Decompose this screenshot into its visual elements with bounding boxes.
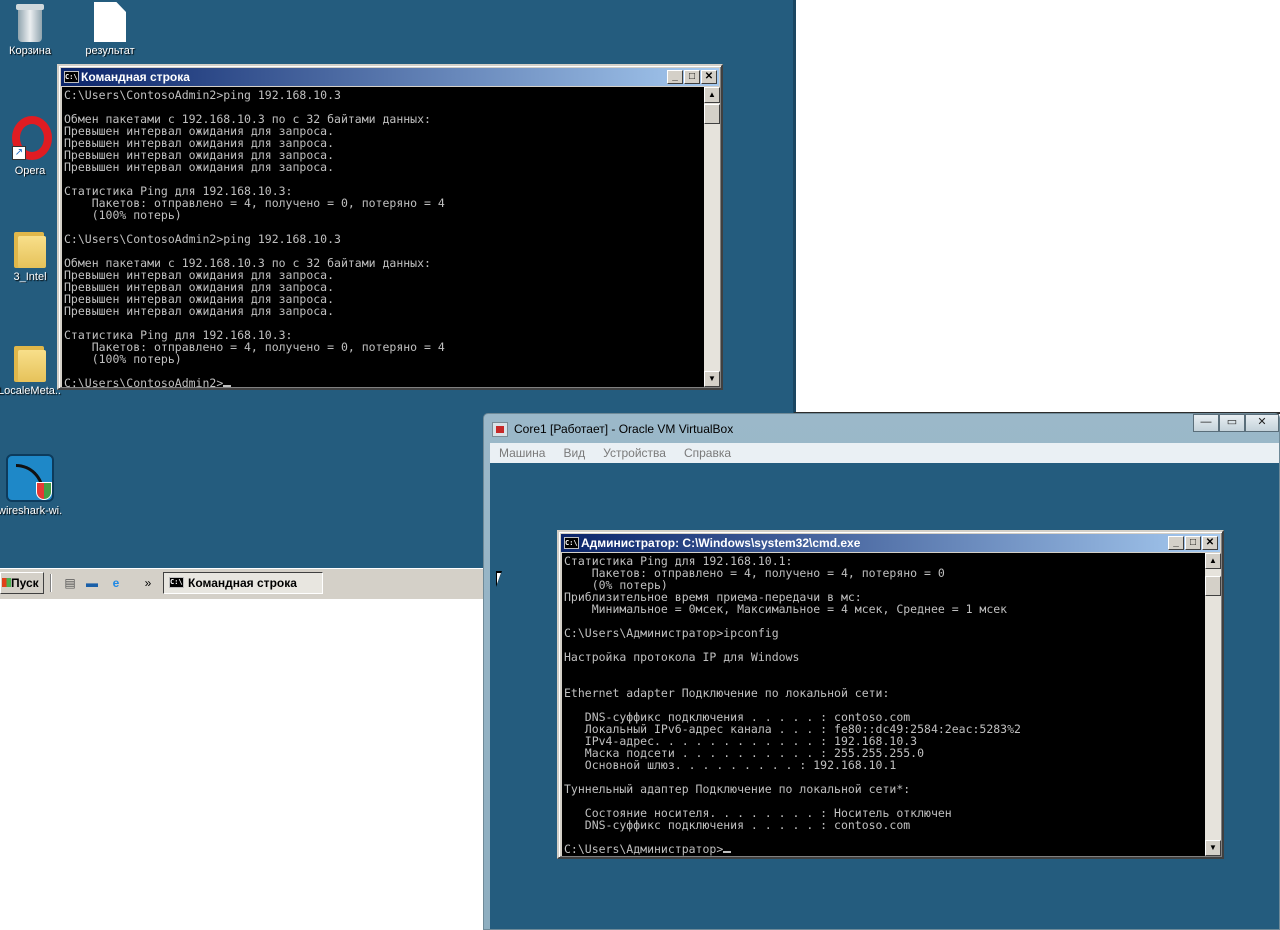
desktop-icon-label: wireshark-wi... <box>0 505 62 517</box>
desktop-icon-result-file[interactable]: результат <box>78 2 142 57</box>
console-line: Минимальное = 0мсек, Максимальное = 4 мс… <box>564 602 1008 616</box>
scroll-down-button[interactable]: ▼ <box>704 371 720 387</box>
close-button[interactable]: ✕ <box>1202 536 1218 550</box>
console-line: C:\Users\ContosoAdmin2>ping 192.168.10.3 <box>64 88 341 102</box>
cmd-window-1[interactable]: C:\ Командная строка _ □ ✕ C:\Users\Contos… <box>57 64 723 390</box>
console-line: DNS-суффикс подключения . . . . . : cont… <box>564 818 911 832</box>
desktop-icon-label: Корзина <box>9 45 51 57</box>
console-line: (100% потерь) <box>64 352 182 366</box>
console-line: C:\Users\Администратор> <box>564 843 1205 855</box>
cmd-window-2-scrollbar[interactable]: ▲ ▼ <box>1205 553 1221 856</box>
cmd-window-2-console[interactable]: Статистика Ping для 192.168.10.1: Пакето… <box>562 553 1205 856</box>
desktop-icon-label: результат <box>85 45 135 57</box>
console-line: C:\Users\ContosoAdmin2>ping 192.168.10.3 <box>64 232 341 246</box>
close-button[interactable]: ✕ <box>1245 414 1279 432</box>
virtualbox-title: Core1 [Работает] - Oracle VM VirtualBox <box>514 422 734 436</box>
minimize-button[interactable]: _ <box>1168 536 1184 550</box>
menu-machine[interactable]: Машина <box>490 443 554 463</box>
quicklaunch-more-icon[interactable]: » <box>140 576 156 590</box>
desktop-icon-recycle-bin[interactable]: Корзина <box>0 2 62 57</box>
desktop-edge <box>793 0 796 414</box>
cmd-window-1-titlebar[interactable]: C:\ Командная строка _ □ ✕ <box>61 68 719 86</box>
virtualbox-window-controls: — ▭ ✕ <box>1193 414 1279 432</box>
taskbar-task-label: Командная строка <box>188 576 297 590</box>
desktop-icon-wireshark[interactable]: wireshark-wi... <box>0 454 62 517</box>
cmd-icon: C:\ <box>169 577 184 588</box>
virtualbox-window[interactable]: Core1 [Работает] - Oracle VM VirtualBox … <box>483 413 1280 930</box>
cmd-icon: C:\ <box>564 537 579 549</box>
maximize-button[interactable]: □ <box>684 70 700 84</box>
virtualbox-guest-screen[interactable]: C:\ Администратор: C:\Windows\system32\c… <box>490 463 1279 929</box>
start-button[interactable]: Пуск <box>0 572 44 594</box>
console-line: (100% потерь) <box>64 208 182 222</box>
minimize-button[interactable]: — <box>1193 414 1219 432</box>
scroll-thumb[interactable] <box>704 104 720 124</box>
wireshark-icon <box>6 454 54 502</box>
cmd-window-2-title: Администратор: C:\Windows\system32\cmd.e… <box>581 536 861 550</box>
desktop-icon-label: LocaleMeta... <box>0 385 62 397</box>
console-line: Превышен интервал ожидания для запроса. <box>64 304 335 318</box>
virtualbox-titlebar[interactable]: Core1 [Работает] - Oracle VM VirtualBox <box>492 419 733 439</box>
mouse-cursor-fill <box>497 573 505 584</box>
maximize-button[interactable]: ▭ <box>1219 414 1245 432</box>
show-desktop-icon[interactable]: ▬ <box>84 576 100 590</box>
cmd-window-1-console[interactable]: C:\Users\ContosoAdmin2>ping 192.168.10.3… <box>62 87 704 387</box>
cmd-window-1-title: Командная строка <box>81 70 190 84</box>
folder-icon <box>12 228 48 268</box>
text-cursor <box>223 385 232 387</box>
console-line: Основной шлюз. . . . . . . . . : 192.168… <box>564 758 897 772</box>
desktop-icon-label: Opera <box>14 165 46 177</box>
window-controls: _ □ ✕ <box>666 70 717 84</box>
desktop-icon-folder-intel[interactable]: 3_Intel <box>0 228 62 283</box>
taskbar-task-cmd[interactable]: C:\ Командная строка <box>163 572 323 594</box>
windows-flag-icon <box>2 578 11 587</box>
console-line: Настройка протокола IP для Windows <box>564 650 800 664</box>
close-button[interactable]: ✕ <box>701 70 717 84</box>
start-label: Пуск <box>11 576 39 590</box>
opera-icon: ↗ <box>8 116 52 162</box>
console-line: C:\Users\ContosoAdmin2> <box>64 377 704 387</box>
minimize-button[interactable]: _ <box>667 70 683 84</box>
desktop-icon-opera[interactable]: ↗ Opera <box>0 116 62 177</box>
menu-devices[interactable]: Устройства <box>594 443 675 463</box>
cmd-icon: C:\ <box>64 71 79 83</box>
internet-explorer-icon[interactable]: e <box>108 576 124 590</box>
console-line: C:\Users\Администратор>ipconfig <box>564 626 779 640</box>
scroll-thumb[interactable] <box>1205 576 1221 596</box>
desktop-icon-label: 3_Intel <box>13 271 47 283</box>
cmd-window-2-titlebar[interactable]: C:\ Администратор: C:\Windows\system32\c… <box>561 534 1220 552</box>
folder-icon <box>12 342 48 382</box>
window-controls: _ □ ✕ <box>1167 536 1218 550</box>
scroll-down-button[interactable]: ▼ <box>1205 840 1221 856</box>
text-cursor <box>723 851 732 853</box>
desktop-icon-folder-locale[interactable]: LocaleMeta... <box>0 342 62 397</box>
document-icon <box>94 2 126 42</box>
virtualbox-menubar: Машина Вид Устройства Справка <box>490 443 1279 463</box>
cmd-window-1-scrollbar[interactable]: ▲ ▼ <box>704 87 720 387</box>
server-manager-icon[interactable]: ▤ <box>62 576 78 590</box>
console-line: Ethernet adapter Подключение по локально… <box>564 686 890 700</box>
cmd-window-2[interactable]: C:\ Администратор: C:\Windows\system32\c… <box>557 530 1224 859</box>
console-line: Превышен интервал ожидания для запроса. <box>64 160 335 174</box>
quicklaunch-separator <box>50 574 52 592</box>
recycle-bin-icon <box>13 2 47 42</box>
maximize-button[interactable]: □ <box>1185 536 1201 550</box>
menu-view[interactable]: Вид <box>554 443 594 463</box>
scroll-up-button[interactable]: ▲ <box>704 87 720 103</box>
scroll-up-button[interactable]: ▲ <box>1205 553 1221 569</box>
virtualbox-icon <box>492 422 508 437</box>
menu-help[interactable]: Справка <box>675 443 740 463</box>
console-line: Туннельный адаптер Подключение по локаль… <box>564 782 911 796</box>
